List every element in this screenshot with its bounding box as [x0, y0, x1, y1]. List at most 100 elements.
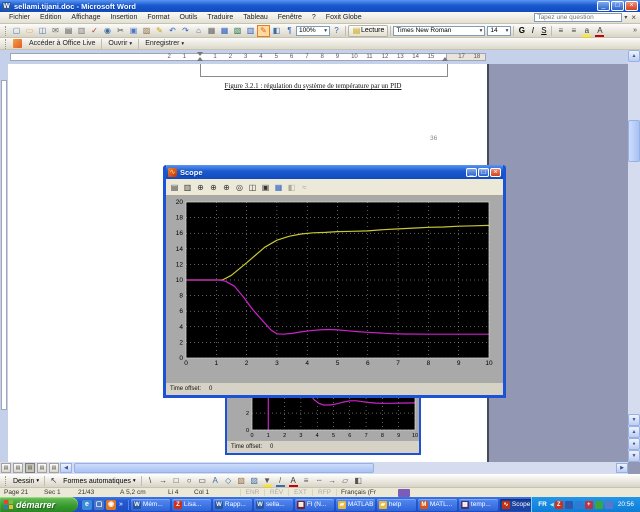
show-pilcrow-icon[interactable]: ¶ — [283, 25, 296, 37]
status-indicator-enr[interactable]: ENR — [240, 489, 264, 496]
format-painter-icon[interactable]: ✎ — [153, 25, 166, 37]
save-axes-icon[interactable]: ◫ — [246, 181, 259, 194]
task-matlab-app[interactable]: MMATL... — [418, 499, 457, 511]
menu-outils[interactable]: Outils — [175, 13, 203, 22]
menu-foxit-globe[interactable]: Foxit Globe — [321, 13, 367, 22]
tray-antivirus-icon[interactable]: + — [585, 501, 593, 509]
language-status[interactable]: Français (Fr — [336, 489, 394, 496]
insert-table-icon[interactable]: ▦ — [218, 25, 231, 37]
three-d-style-icon[interactable]: ◧ — [352, 475, 365, 487]
restore-button[interactable]: □ — [611, 1, 624, 11]
menu-traduire[interactable]: Traduire — [202, 13, 238, 22]
insert-excel-icon[interactable]: ▧ — [231, 25, 244, 37]
scope-window[interactable]: ∿ Scope _ □ × ▤▥⊕⊕⊕◎◫▣▦◧≈ 01234567891002… — [163, 165, 506, 398]
drawing-icon[interactable]: ✎ — [257, 25, 270, 37]
task-folder-matlab[interactable]: ▰MATLAB — [336, 499, 375, 511]
menu-insertion[interactable]: Insertion — [105, 13, 142, 22]
font-size-combo[interactable]: 14 ▾ — [487, 26, 511, 36]
zoom-x-axis-icon[interactable]: ⊕ — [207, 181, 220, 194]
status-indicator-r-v[interactable]: RÉV — [264, 489, 288, 496]
line-icon[interactable]: \ — [144, 475, 157, 487]
view-reading-button[interactable]: ▤ — [49, 463, 59, 473]
rectangle-icon[interactable]: □ — [170, 475, 183, 487]
task-word-memoire[interactable]: WMém... — [131, 499, 170, 511]
status-indicator-rfp[interactable]: RFP — [312, 489, 336, 496]
spelling-icon[interactable]: ✓ — [88, 25, 101, 37]
close-document-icon[interactable]: × — [629, 13, 640, 22]
tray-network-icon[interactable] — [575, 501, 583, 509]
minimize-button[interactable]: _ — [597, 1, 610, 11]
toolbar-grip[interactable] — [5, 26, 8, 36]
ask-question-input[interactable] — [534, 13, 622, 22]
question-dropdown-icon[interactable]: ▾ — [622, 14, 629, 21]
tray-app2-icon[interactable] — [565, 501, 573, 509]
line-color-icon[interactable]: / — [274, 475, 287, 487]
task-antivirus[interactable]: ZLisa... — [172, 499, 211, 511]
start-button[interactable]: démarrer — [0, 497, 78, 512]
status-indicator-ext[interactable]: EXT — [288, 489, 312, 496]
scroll-up-icon[interactable]: ▲ — [628, 50, 640, 62]
tray-update-icon[interactable] — [595, 501, 603, 509]
scope-window-background[interactable]: 012345678910024 Time offset: 0 — [225, 392, 421, 455]
tables-borders-icon[interactable]: ▦ — [205, 25, 218, 37]
figure-caption[interactable]: Figure 3.2.1 : régulation du système de … — [170, 82, 456, 90]
arrow-style-icon[interactable]: → — [326, 475, 339, 487]
scope-restore-button[interactable]: □ — [478, 168, 489, 177]
line-style-icon[interactable]: ≡ — [300, 475, 313, 487]
vertical-scrollbar[interactable]: ▲ ▼ ▲ ● ▼ — [628, 50, 640, 462]
underline-button[interactable]: S — [538, 25, 549, 37]
read-mode-button[interactable]: ▤ Lecture — [348, 25, 388, 37]
zoom-icon[interactable]: ⊕ — [194, 181, 207, 194]
email-icon[interactable]: ✉ — [49, 25, 62, 37]
view-normal-button[interactable]: ▤ — [1, 463, 11, 473]
columns-icon[interactable]: ▥ — [244, 25, 257, 37]
scope-minimize-button[interactable]: _ — [466, 168, 477, 177]
horizontal-scroll-thumb[interactable] — [74, 463, 374, 473]
scope-close-button[interactable]: × — [490, 168, 501, 177]
shadow-style-icon[interactable]: ▱ — [339, 475, 352, 487]
language-indicator[interactable]: FR — [535, 501, 550, 508]
office-live-save-button[interactable]: Enregistrer ▾ — [141, 40, 188, 47]
scroll-right-icon[interactable]: ▶ — [616, 463, 628, 473]
picture-icon[interactable]: ▨ — [248, 475, 261, 487]
menu-edition[interactable]: Edition — [35, 13, 66, 22]
font-color-icon[interactable]: A — [593, 25, 606, 37]
scroll-down-icon[interactable]: ▼ — [628, 414, 640, 426]
menu-format[interactable]: Format — [142, 13, 174, 22]
copy-icon[interactable]: ▣ — [127, 25, 140, 37]
media-player-icon[interactable]: ◉ — [106, 500, 116, 510]
task-scope[interactable]: ∿Scope — [500, 499, 531, 511]
numbering-icon[interactable]: ≡ — [554, 25, 567, 37]
print-preview-icon[interactable]: ▥ — [75, 25, 88, 37]
hyperlink-icon[interactable]: ⌂ — [192, 25, 205, 37]
parameters-icon[interactable]: ▥ — [181, 181, 194, 194]
vertical-ruler[interactable] — [0, 64, 8, 462]
task-folder-help[interactable]: ▰help — [377, 499, 416, 511]
cut-icon[interactable]: ✂ — [114, 25, 127, 37]
font-color-icon[interactable]: A — [287, 475, 300, 487]
print-icon[interactable]: ▤ — [62, 25, 75, 37]
view-outline-button[interactable]: ▤ — [37, 463, 47, 473]
text-box-icon[interactable]: ▭ — [196, 475, 209, 487]
arrow-icon[interactable]: → — [157, 475, 170, 487]
internet-explorer-icon[interactable]: e — [82, 500, 92, 510]
menu-affichage[interactable]: Affichage — [66, 13, 105, 22]
select-browse-object-icon[interactable]: ● — [628, 438, 640, 450]
vertical-scroll-thumb[interactable] — [628, 120, 640, 162]
show-desktop-icon[interactable]: ▢ — [94, 500, 104, 510]
quick-launch-more-icon[interactable]: » — [117, 501, 125, 508]
research-icon[interactable]: ◉ — [101, 25, 114, 37]
lock-axes-icon[interactable]: ◧ — [285, 181, 298, 194]
right-indent-marker[interactable] — [442, 57, 448, 61]
clock[interactable]: 20:56 — [614, 501, 637, 508]
clipart-icon[interactable]: ▧ — [235, 475, 248, 487]
task-figure[interactable]: ▦Fl (N... — [295, 499, 334, 511]
toolbar-options-icon[interactable]: » — [630, 27, 640, 34]
diagram-icon[interactable]: ◇ — [222, 475, 235, 487]
print-icon[interactable]: ▤ — [168, 181, 181, 194]
italic-button[interactable]: I — [527, 25, 538, 37]
open-folder-icon[interactable]: ▭ — [23, 25, 36, 37]
autoshapes-button[interactable]: Formes automatiques ▾ — [60, 476, 138, 487]
office-live-access-button[interactable]: Accéder à Office Live — [25, 40, 99, 47]
scroll-left-icon[interactable]: ◀ — [60, 463, 72, 473]
